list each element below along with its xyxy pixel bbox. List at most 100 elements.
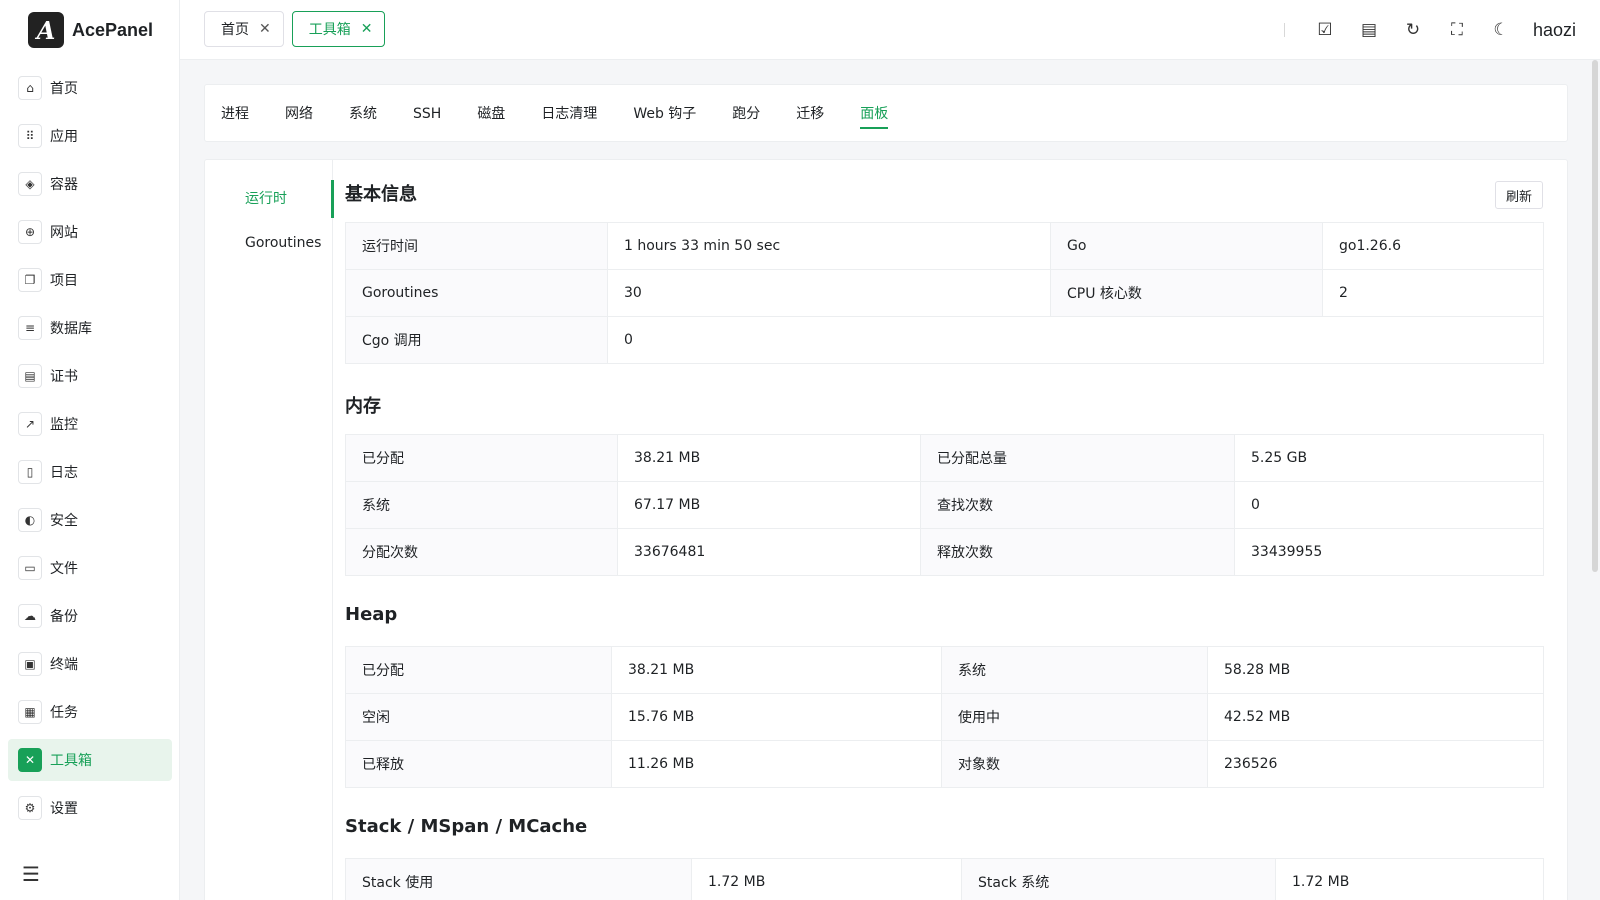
reload-icon[interactable]: ↻ xyxy=(1401,18,1425,42)
field-label: 分配次数 xyxy=(345,528,618,576)
logo-icon: A xyxy=(28,12,64,48)
sidebar-item-label: 终端 xyxy=(50,657,78,673)
tool-tab[interactable]: 日志清理 xyxy=(541,85,597,143)
close-icon[interactable]: ✕ xyxy=(259,21,271,37)
sidebar-item-tasks[interactable]: ▦ 任务 xyxy=(8,691,172,733)
table-row: 已分配 38.21 MB 已分配总量 5.25 GB xyxy=(345,434,1544,482)
settings-icon: ⚙ xyxy=(18,796,42,820)
divider xyxy=(1283,23,1285,37)
username[interactable]: haozi xyxy=(1533,20,1576,41)
sidebar-item-security[interactable]: ◐ 安全 xyxy=(8,499,172,541)
tool-tab[interactable]: Web 钩子 xyxy=(633,85,696,143)
page-tab-home[interactable]: 首页 ✕ xyxy=(204,11,284,47)
sidebar-item-label: 项目 xyxy=(50,273,78,289)
field-label: 系统 xyxy=(941,646,1208,694)
field-value: 38.21 MB xyxy=(617,434,921,482)
subnav-active-indicator xyxy=(331,180,334,218)
field-label: Stack 使用 xyxy=(345,858,692,900)
heap-table: 已分配 38.21 MB 系统 58.28 MB 空闲 15.76 MB 使用中 42.52 … xyxy=(345,646,1544,788)
sidebar-item-backup[interactable]: ☁ 备份 xyxy=(8,595,172,637)
sidebar-item-projects[interactable]: ❐ 项目 xyxy=(8,259,172,301)
field-label: 使用中 xyxy=(941,693,1208,741)
page-tab-label: 工具箱 xyxy=(308,22,351,38)
field-label: 已分配 xyxy=(345,646,612,694)
security-icon: ◐ xyxy=(18,508,42,532)
backup-icon: ☁ xyxy=(18,604,42,628)
sidebar-item-toolbox[interactable]: ✕ 工具箱 xyxy=(8,739,172,781)
tool-tab[interactable]: 网络 xyxy=(285,85,313,143)
table-row: Stack 使用 1.72 MB Stack 系统 1.72 MB xyxy=(345,858,1544,900)
tool-tab[interactable]: 进程 xyxy=(221,85,249,143)
sidebar-menu: ⌂ 首页 ⠿ 应用 ◈ 容器 ⊕ 网站 ❐ 项目 ≡ 数据库 ▤ 证书 ↗ 监控 ▯ 日志 ◐ 安全 ▭ 文件 ☁ 备份 ▣ 终端… xyxy=(8,67,172,835)
field-label: Cgo 调用 xyxy=(345,316,608,364)
sidebar-item-terminal[interactable]: ▣ 终端 xyxy=(8,643,172,685)
field-label: 已分配总量 xyxy=(920,434,1235,482)
sidebar-item-settings[interactable]: ⚙ 设置 xyxy=(8,787,172,829)
tool-tab[interactable]: SSH xyxy=(413,85,441,143)
tasks-check-icon[interactable]: ☑ xyxy=(1313,18,1337,42)
section-title-heap: Heap xyxy=(345,604,398,625)
field-label: 对象数 xyxy=(941,740,1208,788)
app-logo[interactable]: A AcePanel xyxy=(28,12,153,48)
field-label: 运行时间 xyxy=(345,222,608,270)
tool-tabs: 进程 网络 系统 SSH 磁盘 日志清理 Web 钩子 跑分 迁移 面板 xyxy=(221,85,924,143)
table-row: 分配次数 33676481 释放次数 33439955 xyxy=(345,528,1544,576)
table-row: 系统 67.17 MB 查找次数 0 xyxy=(345,481,1544,529)
sidebar-item-label: 安全 xyxy=(50,513,78,529)
tool-tab[interactable]: 系统 xyxy=(349,85,377,143)
subnav-item-goroutines[interactable]: Goroutines xyxy=(205,224,333,262)
sidebar-item-containers[interactable]: ◈ 容器 xyxy=(8,163,172,205)
tool-tab[interactable]: 跑分 xyxy=(732,85,760,143)
field-label: 已释放 xyxy=(345,740,612,788)
sidebar-item-label: 监控 xyxy=(50,417,78,433)
table-row: 已分配 38.21 MB 系统 58.28 MB xyxy=(345,646,1544,694)
sidebar-item-label: 容器 xyxy=(50,177,78,193)
fullscreen-icon[interactable]: ⛶ xyxy=(1445,18,1469,42)
tool-tab[interactable]: 磁盘 xyxy=(477,85,505,143)
websites-icon: ⊕ xyxy=(18,220,42,244)
field-value: 1.72 MB xyxy=(1275,858,1544,900)
terminal-icon: ▣ xyxy=(18,652,42,676)
sidebar-item-label: 备份 xyxy=(50,609,78,625)
field-value: 33439955 xyxy=(1234,528,1544,576)
sidebar-item-home[interactable]: ⌂ 首页 xyxy=(8,67,172,109)
collapse-sidebar-icon[interactable]: ☰ xyxy=(22,862,40,886)
field-label: Go xyxy=(1050,222,1323,270)
document-icon[interactable]: ▤ xyxy=(1357,18,1381,42)
refresh-button[interactable]: 刷新 xyxy=(1494,181,1543,209)
field-value: 11.26 MB xyxy=(611,740,942,788)
section-title-basic: 基本信息 xyxy=(345,184,417,205)
monitor-icon: ↗ xyxy=(18,412,42,436)
close-icon[interactable]: ✕ xyxy=(361,21,373,37)
field-label: Stack 系统 xyxy=(961,858,1276,900)
sidebar-item-websites[interactable]: ⊕ 网站 xyxy=(8,211,172,253)
field-value: 33676481 xyxy=(617,528,921,576)
sidebar-item-certificates[interactable]: ▤ 证书 xyxy=(8,355,172,397)
field-value: 38.21 MB xyxy=(611,646,942,694)
theme-moon-icon[interactable]: ☾ xyxy=(1489,18,1513,42)
section-title-memory: 内存 xyxy=(345,396,381,417)
tasks-icon: ▦ xyxy=(18,700,42,724)
sidebar-item-logs[interactable]: ▯ 日志 xyxy=(8,451,172,493)
sidebar-item-databases[interactable]: ≡ 数据库 xyxy=(8,307,172,349)
sidebar-item-files[interactable]: ▭ 文件 xyxy=(8,547,172,589)
tool-tab[interactable]: 迁移 xyxy=(796,85,824,143)
files-icon: ▭ xyxy=(18,556,42,580)
sidebar-item-monitor[interactable]: ↗ 监控 xyxy=(8,403,172,445)
field-value: 0 xyxy=(1234,481,1544,529)
sidebar-item-apps[interactable]: ⠿ 应用 xyxy=(8,115,172,157)
field-value: 236526 xyxy=(1207,740,1544,788)
scrollbar[interactable] xyxy=(1592,60,1598,572)
top-actions: ☑ ▤ ↻ ⛶ ☾ haozi xyxy=(1283,14,1576,46)
page-tab-toolbox[interactable]: 工具箱 ✕ xyxy=(291,11,386,47)
field-value: 0 xyxy=(607,316,1544,364)
topbar: 首页 ✕ 工具箱 ✕ ☑ ▤ ↻ ⛶ ☾ haozi xyxy=(180,0,1600,60)
sidebar-item-label: 任务 xyxy=(50,705,78,721)
field-label: 已分配 xyxy=(345,434,618,482)
sidebar-item-label: 文件 xyxy=(50,561,78,577)
field-value: 58.28 MB xyxy=(1207,646,1544,694)
field-label: CPU 核心数 xyxy=(1050,269,1323,317)
databases-icon: ≡ xyxy=(18,316,42,340)
tool-tab[interactable]: 面板 xyxy=(860,85,889,143)
subnav-item-runtime[interactable]: 运行时 xyxy=(205,180,333,218)
